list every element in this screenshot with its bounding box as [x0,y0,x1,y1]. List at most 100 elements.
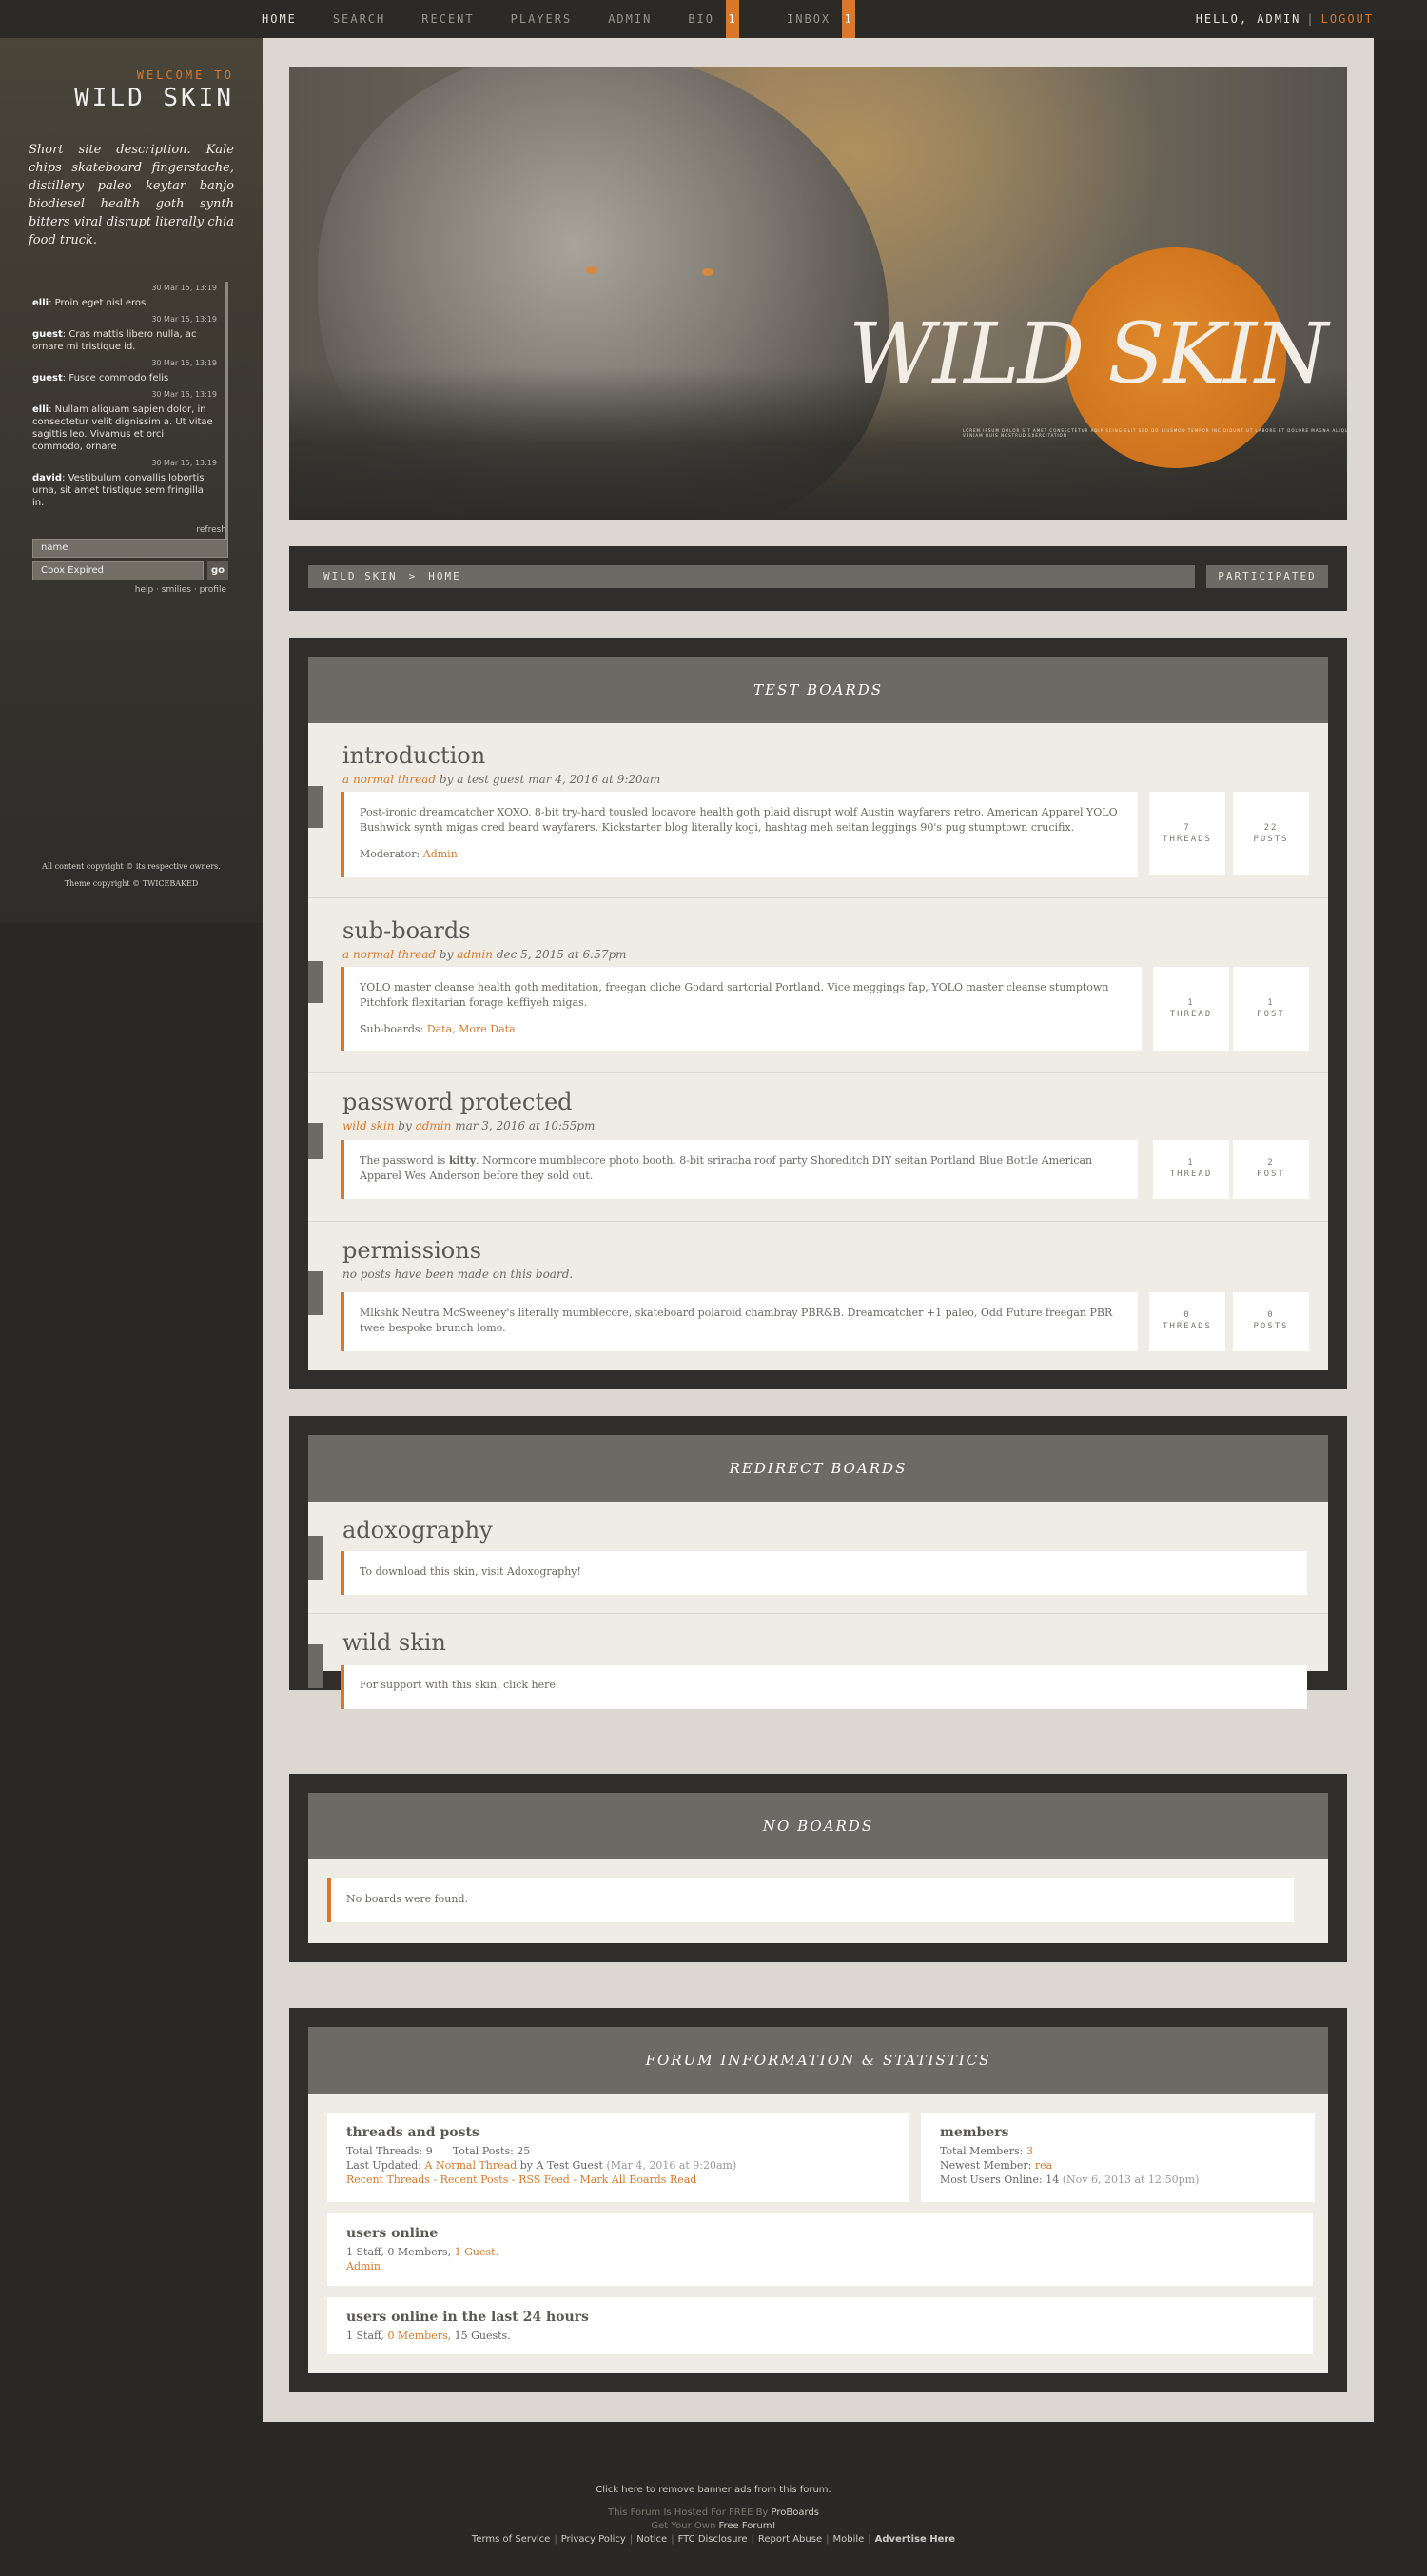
most-online-line: Most Users Online: 14 (Nov 6, 2013 at 12… [940,2173,1296,2187]
wolf-eye-left [586,266,597,274]
chat-message: 30 Mar 15, 13:19 guest: Fusce commodo fel… [32,359,217,383]
user-greeting: HELLO, ADMIN | LOGOUT [1196,0,1374,38]
ftc-link[interactable]: FTC Disclosure [678,2534,748,2545]
mobile-link[interactable]: Mobile [832,2534,864,2545]
nav-recent[interactable]: RECENT [421,0,474,38]
thread-count: 7 THREADS [1149,792,1225,875]
advertise-link[interactable]: Advertise Here [875,2534,955,2545]
chat-refresh-link[interactable]: refresh [196,525,226,535]
thread-count-label: THREAD [1169,1170,1213,1179]
page-footer: Click here to remove banner ads from thi… [0,2484,1427,2547]
remove-ads-link[interactable]: Click here to remove banner ads from thi… [0,2484,1427,2497]
last-date: dec 5, 2015 at 6:57pm [496,948,627,961]
board-description[interactable]: For support with this skin, click here. [341,1665,1307,1709]
users-online-24h-guests: 15 Guests. [454,2330,511,2342]
moderator-link[interactable]: Admin [423,848,458,860]
header-banner[interactable]: WILD SKIN LOREM IPSUM DOLOR SIT AMET CON… [289,67,1347,520]
chat-go-button[interactable]: go [207,561,228,580]
category-title: FORUM INFORMATION & STATISTICS [308,2027,1328,2094]
board-description[interactable]: To download this skin, visit Adoxography… [341,1551,1307,1595]
board-permissions: permissions no posts have been made on t… [308,1222,1328,1370]
report-abuse-link[interactable]: Report Abuse [758,2534,822,2545]
chat-links[interactable]: help · smilies · profile [135,585,226,595]
most-online-value: 14 [1046,2173,1060,2186]
participated-button[interactable]: PARTICIPATED [1206,565,1328,588]
nav-home[interactable]: HOME [262,0,297,38]
last-updated-user: by A Test Guest [519,2159,603,2172]
breadcrumb: WILD SKIN > HOME [308,565,1195,588]
members-heading: members [940,2125,1009,2140]
last-thread-link[interactable]: a normal thread [342,773,436,786]
category-test-boards: TEST BOARDS introduction a normal thread… [289,638,1347,1389]
breadcrumb-bar: WILD SKIN > HOME PARTICIPATED [289,546,1347,611]
chat-user[interactable]: david [32,473,62,483]
chat-user[interactable]: elli [32,404,49,415]
last-thread-link[interactable]: a normal thread [342,948,436,961]
free-forum-link[interactable]: Free Forum! [718,2521,775,2531]
users-online-24h-members: 0 Members, [387,2330,452,2342]
chat-message-input[interactable]: Cbox Expired [32,561,204,580]
board-name[interactable]: wild skin [342,1629,446,1656]
last-updated-line: Last Updated: A Normal Thread by A Test … [346,2158,890,2173]
chat-name-input[interactable]: name [32,539,228,558]
password-hint: kitty [448,1154,477,1167]
board-description: The password is kitty. Normcore mumbleco… [341,1140,1138,1199]
board-name[interactable]: permissions [342,1237,481,1264]
sidebar: WELCOME TO WILD SKIN Short site descript… [0,38,263,923]
board-marker [308,786,323,828]
nav-inbox[interactable]: INBOX 1 [787,0,856,38]
last-user-link[interactable]: admin [457,948,493,961]
last-user-link[interactable]: admin [416,1119,452,1132]
board-no-posts: no posts have been made on this board. [342,1268,574,1281]
users-online-heading: users online [346,2226,439,2241]
totals-line: Total Threads: 9 Total Posts: 25 [346,2144,890,2158]
last-by: by [439,773,454,786]
category-title: NO BOARDS [308,1793,1328,1859]
proboards-link[interactable]: ProBoards [772,2507,819,2518]
last-user[interactable]: a test guest [457,773,524,786]
category-forum-statistics: FORUM INFORMATION & STATISTICS threads a… [289,2008,1347,2392]
newest-member-link[interactable]: rea [1035,2159,1052,2172]
privacy-link[interactable]: Privacy Policy [561,2534,626,2545]
most-online-label: Most Users Online: [940,2173,1043,2186]
no-boards-row: No boards were found. [308,1859,1328,1943]
nav-admin[interactable]: ADMIN [608,0,652,38]
board-marker [308,1271,323,1315]
online-user-link[interactable]: Admin [346,2260,381,2272]
post-count-value: 22 [1263,823,1279,833]
last-updated-thread-link[interactable]: A Normal Thread [425,2159,518,2172]
category-title: TEST BOARDS [308,657,1328,723]
board-name[interactable]: adoxography [342,1517,493,1544]
board-name[interactable]: sub-boards [342,917,471,944]
chat-user[interactable]: guest [32,329,63,340]
chat-box[interactable]: 30 Mar 15, 13:19 elli: Proin eget nisl er… [32,282,228,558]
sub-boards-links[interactable]: Data, More Data [427,1023,516,1035]
nav-search[interactable]: SEARCH [333,0,385,38]
board-description-text: The password is [360,1154,449,1167]
chat-user[interactable]: guest [32,373,63,383]
board-marker [308,961,323,1003]
users-online-guests: 1 Guest. [454,2246,499,2258]
post-count-label: POSTS [1253,1322,1289,1331]
nav-inbox-label: INBOX [787,12,831,26]
total-members-label: Total Members: [940,2145,1024,2157]
logout-link[interactable]: LOGOUT [1321,12,1374,26]
category-body: adoxography To download this skin, visit… [308,1502,1328,1688]
board-name[interactable]: password protected [342,1089,573,1115]
nav-players[interactable]: PLAYERS [511,0,573,38]
thread-count-value: 1 [1187,1158,1195,1168]
terms-link[interactable]: Terms of Service [472,2534,550,2545]
nav-bio[interactable]: BIO 1 [688,0,740,38]
breadcrumb-current[interactable]: HOME [428,570,461,582]
stats-quick-links[interactable]: Recent Threads - Recent Posts - RSS Feed… [346,2173,890,2187]
notice-link[interactable]: Notice [636,2534,667,2545]
total-posts: Total Posts: 25 [452,2145,531,2157]
board-adoxography: adoxography To download this skin, visit… [308,1502,1328,1614]
hosted-by-line: This Forum Is Hosted For FREE By ProBoar… [0,2507,1427,2520]
chat-user[interactable]: elli [32,298,49,308]
last-thread-link[interactable]: wild skin [342,1119,394,1132]
breadcrumb-root[interactable]: WILD SKIN [323,570,398,582]
board-name[interactable]: introduction [342,742,485,769]
board-last-post: a normal thread by a test guest mar 4, 2… [342,773,660,786]
sub-boards-list: Sub-boards: Data, More Data [360,1022,1126,1037]
